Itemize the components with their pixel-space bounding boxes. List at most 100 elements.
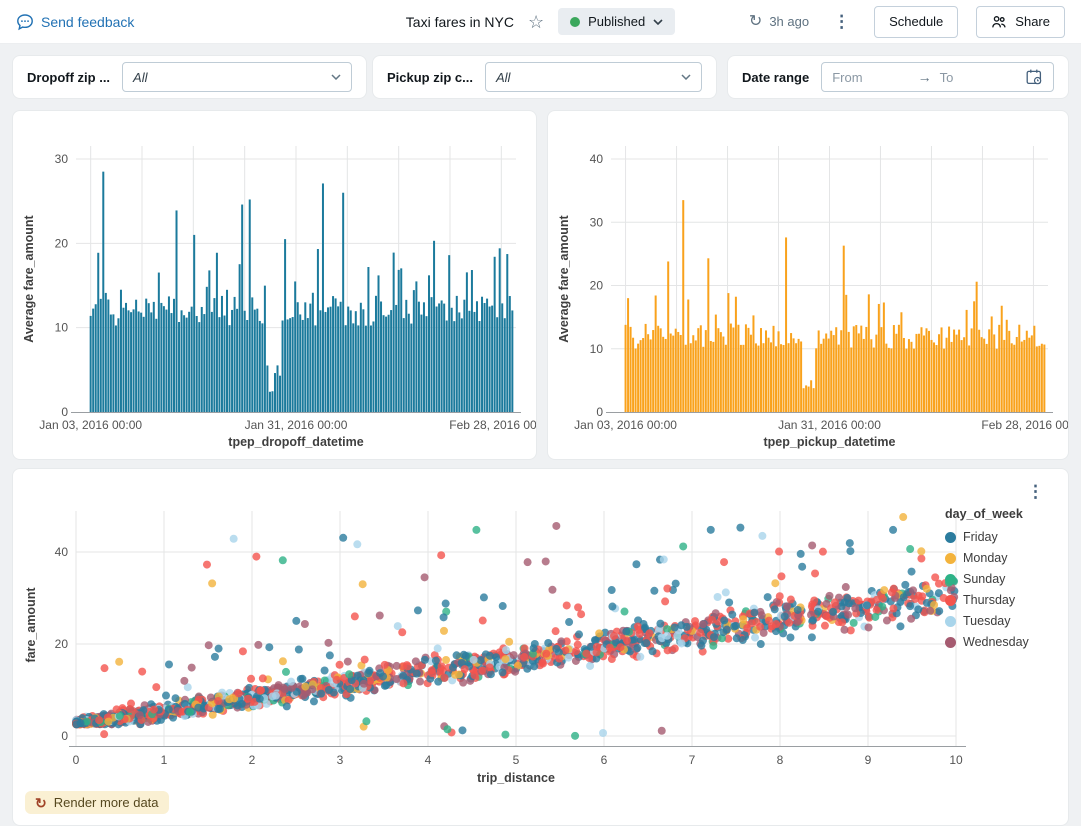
svg-text:Feb 28, 2016 00:00: Feb 28, 2016 00:00: [449, 418, 536, 432]
page-title: Taxi fares in NYC: [406, 14, 514, 30]
render-more-data-button[interactable]: ↻ Render more data: [25, 791, 169, 814]
status-dot-icon: [570, 17, 580, 27]
dropoff-chart-card: 0 10 20 30 Jan 03, 2016 00:00 Jan 31, 2016 00…: [12, 110, 537, 460]
speech-bubble-icon: [16, 13, 34, 31]
send-feedback-label: Send feedback: [41, 14, 134, 30]
dropoff-filter-value: All: [133, 70, 331, 85]
legend-item-thursday[interactable]: Thursday: [945, 593, 1029, 607]
share-button-label: Share: [1015, 14, 1050, 29]
legend-item-friday[interactable]: Friday: [945, 530, 1029, 544]
chevron-down-icon: [653, 19, 663, 25]
legend-label: Wednesday: [963, 635, 1029, 649]
legend-item-tuesday[interactable]: Tuesday: [945, 614, 1029, 628]
people-icon: [991, 14, 1007, 30]
legend-dot-icon: [945, 574, 956, 585]
svg-text:Average fare_amount: Average fare_amount: [557, 214, 571, 342]
calendar-icon: [1025, 68, 1043, 86]
svg-text:30: 30: [590, 215, 604, 229]
last-refresh-time: 3h ago: [769, 14, 809, 29]
pickup-chart-card: 0 10 20 30 40 Jan 03, 2016 00:00 Jan 31, 2016 …: [547, 110, 1069, 460]
svg-text:Jan 31, 2016 00:00: Jan 31, 2016 00:00: [778, 418, 881, 432]
dropoff-filter-card: Dropoff zip ... All: [12, 55, 367, 99]
legend-title: day_of_week: [945, 507, 1029, 521]
svg-text:1: 1: [161, 753, 168, 767]
scatter-chart-menu-icon[interactable]: ⋮: [1021, 483, 1050, 500]
svg-text:0: 0: [596, 405, 603, 419]
range-arrow-icon: →: [918, 69, 932, 85]
svg-text:tpep_dropoff_datetime: tpep_dropoff_datetime: [228, 435, 363, 449]
refresh-icon: ↻: [35, 796, 47, 810]
svg-text:5: 5: [513, 753, 520, 767]
svg-text:20: 20: [55, 637, 69, 651]
dropoff-filter-select[interactable]: All: [122, 62, 352, 92]
schedule-button-label: Schedule: [889, 14, 943, 29]
svg-text:0: 0: [61, 405, 68, 419]
scatter-chart-card: ⋮ 01234567891002040trip_distancefare_amo…: [12, 468, 1069, 826]
svg-text:6: 6: [601, 753, 608, 767]
legend-dot-icon: [945, 637, 956, 648]
date-from-placeholder: From: [832, 70, 909, 85]
pickup-filter-label: Pickup zip c...: [387, 70, 473, 85]
pickup-filter-select[interactable]: All: [485, 62, 702, 92]
top-bar: Send feedback Taxi fares in NYC ☆ Publis…: [0, 0, 1081, 44]
legend-label: Friday: [963, 530, 998, 544]
svg-text:20: 20: [55, 236, 69, 250]
svg-text:Jan 03, 2016 00:00: Jan 03, 2016 00:00: [574, 418, 677, 432]
svg-text:tpep_pickup_datetime: tpep_pickup_datetime: [764, 435, 896, 449]
legend-item-wednesday[interactable]: Wednesday: [945, 635, 1029, 649]
render-more-label: Render more data: [54, 795, 159, 810]
scatter-legend: day_of_week Friday Monday Sunday Thursday Tue…: [945, 507, 1029, 656]
svg-text:4: 4: [425, 753, 432, 767]
scatter-chart: 01234567891002040trip_distancefare_amoun…: [13, 469, 1068, 825]
chevron-down-icon: [331, 74, 341, 80]
dropoff-bar-chart: 0 10 20 30 Jan 03, 2016 00:00 Jan 31, 2016 00…: [13, 111, 536, 459]
publish-status-dropdown[interactable]: Published: [558, 8, 675, 35]
legend-label: Sunday: [963, 572, 1005, 586]
svg-text:10: 10: [590, 342, 604, 356]
svg-text:fare_amount: fare_amount: [24, 587, 38, 663]
star-icon[interactable]: ☆: [528, 13, 544, 31]
svg-text:40: 40: [55, 545, 69, 559]
legend-dot-icon: [945, 616, 956, 627]
svg-text:0: 0: [73, 753, 80, 767]
date-to-placeholder: To: [940, 70, 1017, 85]
chevron-down-icon: [681, 74, 691, 80]
refresh-status[interactable]: ↻ 3h ago: [749, 14, 809, 30]
date-range-filter-card: Date range From → To: [727, 55, 1069, 99]
svg-text:20: 20: [590, 279, 604, 293]
overflow-menu-icon[interactable]: ⋮: [827, 13, 856, 30]
pickup-filter-value: All: [496, 70, 681, 85]
refresh-icon: ↻: [749, 14, 762, 30]
svg-text:Average fare_amount: Average fare_amount: [22, 214, 36, 342]
pickup-bar-chart: 0 10 20 30 40 Jan 03, 2016 00:00 Jan 31, 2016 …: [548, 111, 1068, 459]
dropoff-filter-label: Dropoff zip ...: [27, 70, 110, 85]
legend-dot-icon: [945, 532, 956, 543]
svg-text:Jan 03, 2016 00:00: Jan 03, 2016 00:00: [39, 418, 142, 432]
publish-status-label: Published: [588, 14, 645, 29]
date-range-input[interactable]: From → To: [821, 62, 1054, 92]
svg-text:Jan 31, 2016 00:00: Jan 31, 2016 00:00: [245, 418, 348, 432]
svg-text:2: 2: [249, 753, 256, 767]
svg-text:Feb 28, 2016 00:00: Feb 28, 2016 00:00: [981, 418, 1068, 432]
schedule-button[interactable]: Schedule: [874, 6, 958, 38]
send-feedback-link[interactable]: Send feedback: [16, 13, 134, 31]
svg-text:10: 10: [949, 753, 963, 767]
legend-label: Monday: [963, 551, 1007, 565]
svg-text:30: 30: [55, 152, 69, 166]
svg-text:10: 10: [55, 321, 69, 335]
svg-text:3: 3: [337, 753, 344, 767]
svg-text:0: 0: [61, 729, 68, 743]
top-bar-center: Taxi fares in NYC ☆ Published: [406, 8, 675, 35]
svg-text:40: 40: [590, 152, 604, 166]
share-button[interactable]: Share: [976, 6, 1065, 38]
legend-label: Tuesday: [963, 614, 1010, 628]
pickup-filter-card: Pickup zip c... All: [372, 55, 717, 99]
legend-dot-icon: [945, 553, 956, 564]
legend-label: Thursday: [963, 593, 1015, 607]
legend-dot-icon: [945, 595, 956, 606]
svg-text:8: 8: [777, 753, 784, 767]
svg-text:trip_distance: trip_distance: [477, 771, 555, 785]
legend-item-monday[interactable]: Monday: [945, 551, 1029, 565]
top-bar-left: Send feedback: [16, 13, 406, 31]
legend-item-sunday[interactable]: Sunday: [945, 572, 1029, 586]
